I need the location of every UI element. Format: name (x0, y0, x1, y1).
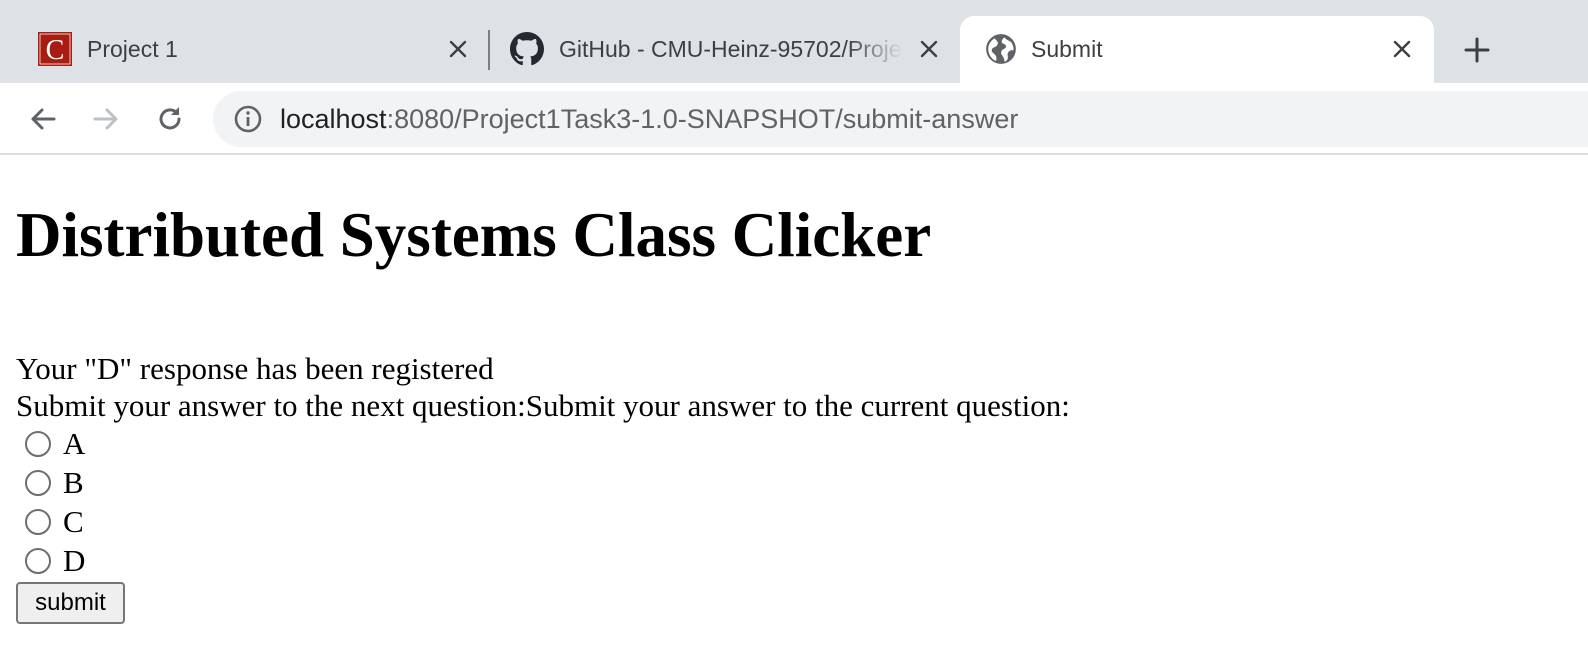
radio-option-d[interactable] (25, 548, 51, 574)
option-d[interactable]: D (25, 543, 85, 579)
address-bar[interactable]: localhost:8080/Project1Task3-1.0-SNAPSHO… (213, 91, 1588, 147)
plus-icon (1464, 37, 1490, 63)
reload-icon (159, 107, 181, 130)
letter-c-favicon-icon: C (38, 32, 72, 66)
response-message: Your "D" response has been registered (16, 351, 494, 386)
forward-button[interactable] (86, 99, 126, 139)
tab-strip: C Project 1 GitHub - CMU-Heinz-95702/Pro… (0, 0, 1588, 83)
github-icon (510, 32, 544, 66)
new-tab-button[interactable] (1458, 31, 1496, 69)
page-title: Distributed Systems Class Clicker (16, 200, 932, 270)
submit-button[interactable]: submit (16, 582, 125, 624)
browser-toolbar: localhost:8080/Project1Task3-1.0-SNAPSHO… (0, 83, 1588, 155)
option-label: C (63, 504, 84, 539)
svg-text:C: C (46, 35, 65, 66)
back-button[interactable] (23, 99, 63, 139)
option-label: A (63, 426, 86, 461)
radio-option-a[interactable] (25, 431, 51, 457)
option-c[interactable]: C (25, 504, 84, 540)
question-prompt: Submit your answer to the next question:… (16, 388, 1070, 423)
close-icon[interactable] (914, 34, 944, 64)
option-label: B (63, 465, 84, 500)
tab-github[interactable]: GitHub - CMU-Heinz-95702/Project-1 (492, 16, 956, 83)
url-text[interactable]: localhost:8080/Project1Task3-1.0-SNAPSHO… (280, 91, 1018, 147)
option-b[interactable]: B (25, 465, 84, 501)
url-path: :8080/Project1Task3-1.0-SNAPSHOT/submit-… (386, 104, 1019, 134)
info-icon[interactable] (234, 105, 262, 133)
option-a[interactable]: A (25, 426, 85, 462)
tab-title: Project 1 (87, 36, 178, 62)
tab-project-1[interactable]: C Project 1 (16, 16, 488, 83)
close-icon[interactable] (1387, 34, 1417, 64)
tab-submit[interactable]: Submit (960, 16, 1434, 83)
close-icon[interactable] (443, 34, 473, 64)
option-label: D (63, 543, 86, 578)
arrow-left-icon (31, 108, 56, 130)
reload-button[interactable] (150, 99, 190, 139)
arrow-right-icon (93, 108, 118, 130)
radio-option-b[interactable] (25, 470, 51, 496)
tab-title: Submit (1031, 36, 1103, 62)
tab-separator (488, 30, 490, 70)
radio-option-c[interactable] (25, 509, 51, 535)
globe-icon (984, 32, 1018, 66)
url-host: localhost (280, 104, 387, 134)
